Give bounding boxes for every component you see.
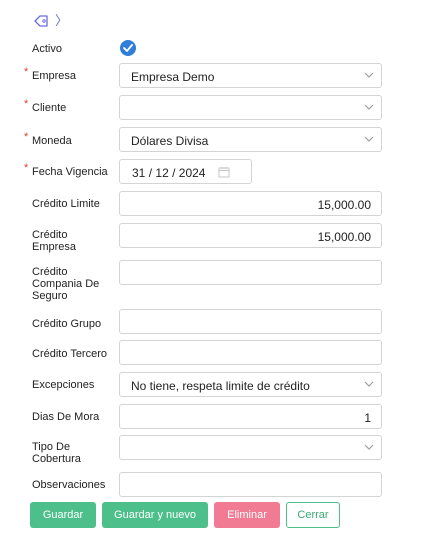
credito-tercero-label: Crédito Tercero	[32, 348, 107, 360]
chevron-down-icon	[364, 136, 374, 142]
label-line: Compania De	[32, 278, 100, 290]
excepciones-label: Excepciones	[32, 379, 95, 391]
check-icon	[123, 44, 133, 52]
delete-button[interactable]: Eliminar	[214, 502, 280, 528]
cliente-label-text: Cliente	[32, 102, 67, 114]
fecha-vigencia-label-text: Fecha Vigencia	[32, 166, 108, 178]
chevron-down-icon	[364, 381, 374, 387]
activo-label: Activo	[32, 43, 62, 55]
date-year[interactable]: 2024	[179, 166, 206, 180]
required-marker: *	[24, 131, 29, 143]
dias-mora-input[interactable]: 1	[119, 404, 382, 429]
dias-mora-value: 1	[364, 411, 371, 425]
tag-icon[interactable]	[33, 14, 49, 28]
empresa-label: * Empresa	[24, 66, 77, 82]
tipo-cobertura-select[interactable]	[119, 435, 382, 460]
date-day[interactable]: 31	[132, 166, 145, 180]
label-line: Tipo De	[32, 441, 71, 453]
calendar-icon[interactable]	[218, 166, 230, 178]
moneda-label: * Moneda	[24, 131, 72, 147]
activo-checkbox[interactable]	[120, 40, 136, 56]
required-marker: *	[24, 66, 29, 78]
empresa-select[interactable]: Empresa Demo	[119, 63, 382, 88]
fecha-vigencia-value: 31 / 12 / 2024	[132, 166, 205, 180]
moneda-label-text: Moneda	[32, 135, 72, 147]
date-month[interactable]: 12	[155, 166, 168, 180]
credito-tercero-input[interactable]	[119, 340, 382, 365]
save-button[interactable]: Guardar	[30, 502, 96, 528]
label-line: Cobertura	[32, 453, 81, 465]
date-separator: /	[172, 166, 176, 180]
save-and-new-button[interactable]: Guardar y nuevo	[102, 502, 208, 528]
credito-compania-input[interactable]	[119, 260, 382, 285]
chevron-down-icon	[364, 104, 374, 110]
tipo-cobertura-label: Tipo De Cobertura	[32, 441, 81, 465]
label-line: Crédito	[32, 266, 68, 278]
observaciones-label: Observaciones	[32, 479, 106, 491]
excepciones-value: No tiene, respeta limite de crédito	[131, 379, 310, 393]
chevron-right-icon[interactable]: 〉	[55, 14, 68, 28]
required-marker: *	[24, 98, 29, 110]
label-line: Seguro	[32, 290, 68, 302]
chevron-down-icon	[364, 444, 374, 450]
label-line: Crédito	[32, 229, 68, 241]
excepciones-select[interactable]: No tiene, respeta limite de crédito	[119, 372, 382, 397]
date-separator: /	[148, 166, 153, 180]
credito-limite-label: Crédito Limite	[32, 198, 100, 210]
cliente-label: * Cliente	[24, 98, 67, 114]
fecha-vigencia-input[interactable]: 31 / 12 / 2024	[119, 159, 252, 184]
credito-limite-input[interactable]: 15,000.00	[119, 191, 382, 216]
empresa-label-text: Empresa	[32, 70, 77, 82]
credito-grupo-label: Crédito Grupo	[32, 318, 102, 330]
credito-empresa-label: Crédito Empresa	[32, 229, 76, 253]
credito-limite-value: 15,000.00	[317, 198, 371, 212]
observaciones-input[interactable]	[119, 472, 382, 497]
fecha-vigencia-label: * Fecha Vigencia	[24, 162, 108, 178]
credito-empresa-value: 15,000.00	[317, 230, 371, 244]
required-marker: *	[24, 162, 29, 174]
moneda-select[interactable]: Dólares Divisa	[119, 127, 382, 152]
empresa-value: Empresa Demo	[131, 70, 215, 84]
credito-grupo-input[interactable]	[119, 309, 382, 334]
breadcrumb: 〉	[33, 13, 68, 29]
cliente-select[interactable]	[119, 95, 382, 120]
credito-empresa-input[interactable]: 15,000.00	[119, 223, 382, 248]
credito-compania-label: Crédito Compania De Seguro	[32, 266, 99, 302]
label-line: Empresa	[32, 241, 77, 253]
close-button[interactable]: Cerrar	[286, 502, 340, 528]
moneda-value: Dólares Divisa	[131, 134, 209, 148]
chevron-down-icon	[364, 72, 374, 78]
dias-mora-label: Dias De Mora	[32, 411, 100, 423]
